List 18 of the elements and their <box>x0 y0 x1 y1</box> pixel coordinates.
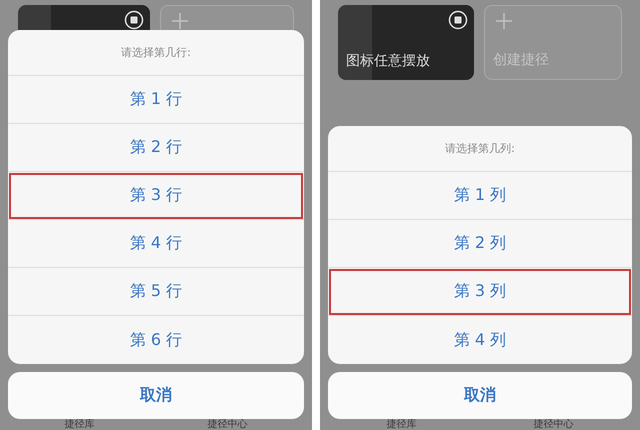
sheet-title: 请选择第几行: <box>8 30 304 76</box>
option-button[interactable]: 第 4 行 <box>8 220 304 268</box>
option-button[interactable]: 第 4 列 <box>328 316 632 364</box>
option-button[interactable]: 第 1 行 <box>8 76 304 124</box>
shortcut-card[interactable]: 图标任意摆放 <box>338 5 474 80</box>
option-button[interactable]: 第 2 行 <box>8 124 304 172</box>
option-button[interactable]: 第 1 列 <box>328 172 632 220</box>
option-button[interactable]: 第 5 行 <box>8 268 304 316</box>
sheet-title: 请选择第几列: <box>328 126 632 172</box>
stop-icon[interactable] <box>124 10 144 30</box>
option-button[interactable]: 第 3 列 <box>328 268 632 316</box>
option-button[interactable]: 第 6 行 <box>8 316 304 364</box>
cancel-button[interactable]: 取消 <box>328 372 632 419</box>
cancel-button[interactable]: 取消 <box>8 372 304 419</box>
card-label: 图标任意摆放 <box>346 52 430 70</box>
option-button[interactable]: 第 2 列 <box>328 220 632 268</box>
stop-icon[interactable] <box>448 10 468 30</box>
option-button[interactable]: 第 3 行 <box>8 172 304 220</box>
